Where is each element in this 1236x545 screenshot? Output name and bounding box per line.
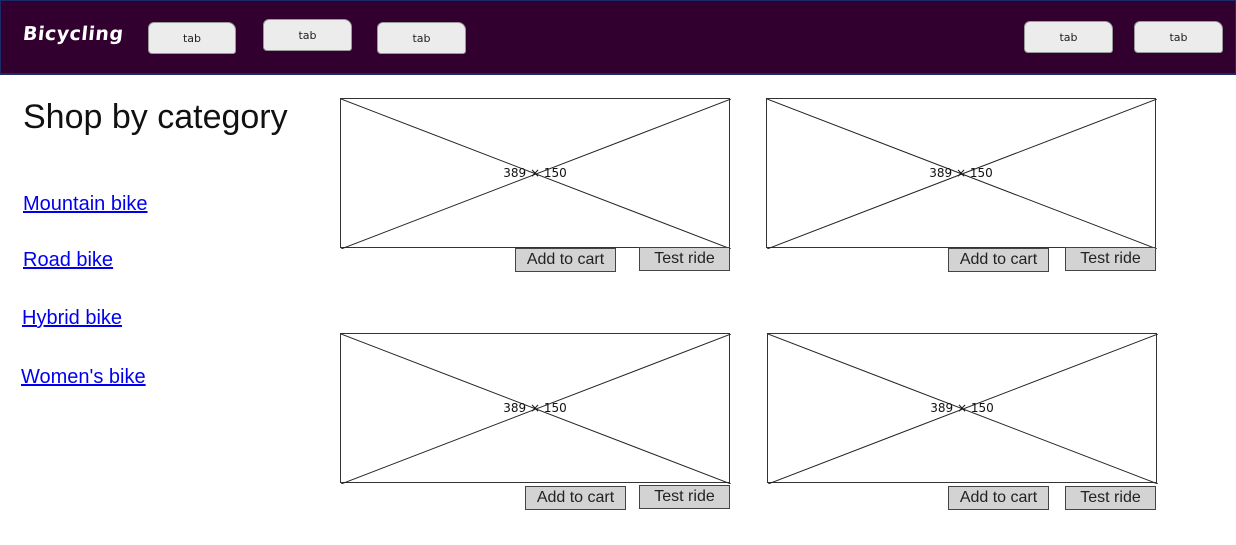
test-ride-button[interactable]: Test ride [639, 247, 730, 271]
nav-tab-3[interactable]: tab [377, 22, 466, 54]
image-size-label: 389 × 150 [503, 401, 567, 415]
image-size-label: 389 × 150 [929, 166, 993, 180]
add-to-cart-button[interactable]: Add to cart [948, 486, 1049, 510]
add-to-cart-button[interactable]: Add to cart [948, 248, 1049, 272]
add-to-cart-button[interactable]: Add to cart [515, 248, 616, 272]
category-link-womens-bike[interactable]: Women's bike [21, 366, 146, 389]
test-ride-button[interactable]: Test ride [639, 485, 730, 509]
top-nav-bar: Bicycling tab tab tab tab tab [0, 0, 1236, 75]
page-title: Shop by category [23, 98, 288, 136]
brand-logo[interactable]: Bicycling [22, 23, 125, 45]
product-image-placeholder: 389 × 150 [340, 98, 731, 249]
product-image-placeholder: 389 × 150 [766, 98, 1157, 249]
nav-tab-1[interactable]: tab [148, 22, 236, 54]
category-link-mountain-bike[interactable]: Mountain bike [23, 193, 148, 216]
category-link-road-bike[interactable]: Road bike [23, 249, 113, 272]
image-size-label: 389 × 150 [930, 401, 994, 415]
category-link-hybrid-bike[interactable]: Hybrid bike [22, 307, 122, 330]
product-image-placeholder: 389 × 150 [340, 333, 731, 484]
add-to-cart-button[interactable]: Add to cart [525, 486, 626, 510]
test-ride-button[interactable]: Test ride [1065, 486, 1156, 510]
image-size-label: 389 × 150 [503, 166, 567, 180]
nav-tab-4[interactable]: tab [1024, 21, 1113, 53]
nav-tab-2[interactable]: tab [263, 19, 352, 51]
product-image-placeholder: 389 × 150 [767, 333, 1158, 484]
nav-tab-5[interactable]: tab [1134, 21, 1223, 53]
test-ride-button[interactable]: Test ride [1065, 247, 1156, 271]
